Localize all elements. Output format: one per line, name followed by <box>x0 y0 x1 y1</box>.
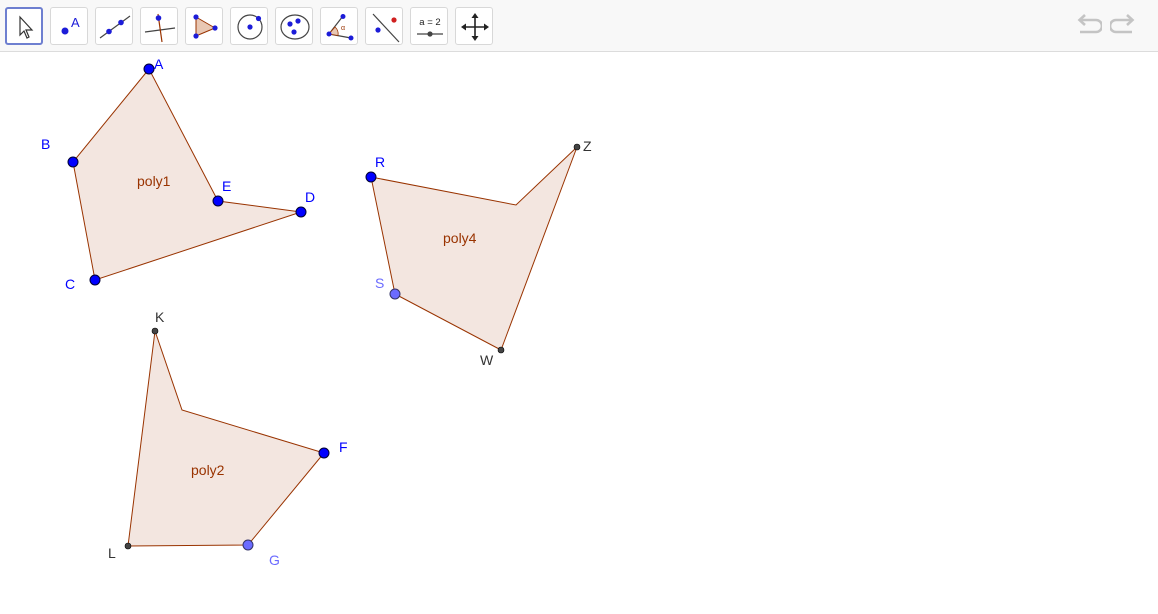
circle-tool-icon <box>237 14 263 40</box>
point-D[interactable] <box>295 206 307 218</box>
polygon-poly4[interactable] <box>370 146 578 351</box>
polygon-label-poly2: poly2 <box>191 462 225 478</box>
point-Z[interactable] <box>573 143 581 151</box>
slider-tool-icon: a = 2 <box>417 17 443 37</box>
point-label-W: W <box>480 352 494 368</box>
conic-tool-icon <box>280 14 310 40</box>
redo-icon <box>1108 14 1135 34</box>
point-C[interactable] <box>89 274 101 286</box>
slider-tool-button[interactable]: a = 2 <box>410 7 448 45</box>
point-label-F: F <box>339 439 348 455</box>
point-L[interactable] <box>124 542 132 550</box>
angle-tool-button[interactable]: α <box>320 7 358 45</box>
point-label-D: D <box>305 189 315 205</box>
line-tool-icon <box>99 15 131 39</box>
toolbar: A α a = 2 <box>0 0 1158 52</box>
point-G[interactable] <box>242 539 254 551</box>
perpendicular-tool-button[interactable] <box>140 7 178 45</box>
point-label-G: G <box>269 552 280 568</box>
point-label-Z: Z <box>583 138 592 154</box>
point-B[interactable] <box>67 156 79 168</box>
graphics-view[interactable]: poly1 poly4 poly2 A B C D E R Z W S K F … <box>0 53 1158 614</box>
point-R[interactable] <box>365 171 377 183</box>
point-label-C: C <box>65 276 75 292</box>
point-label-S: S <box>375 275 384 291</box>
point-K[interactable] <box>151 327 159 335</box>
conic-tool-button[interactable] <box>275 7 313 45</box>
line-tool-button[interactable] <box>95 7 133 45</box>
point-label-L: L <box>108 545 116 561</box>
redo-button[interactable] <box>1108 12 1140 40</box>
point-label-R: R <box>375 154 385 170</box>
polygon-poly1[interactable] <box>72 68 302 281</box>
point-F[interactable] <box>318 447 330 459</box>
perpendicular-line-tool-icon <box>144 13 176 43</box>
undo-icon <box>1077 14 1104 34</box>
point-S[interactable] <box>389 288 401 300</box>
point-tool-button[interactable]: A <box>50 7 88 45</box>
circle-tool-button[interactable] <box>230 7 268 45</box>
svg-text:A: A <box>71 15 80 30</box>
point-label-K: K <box>155 309 165 325</box>
svg-text:a = 2: a = 2 <box>419 17 440 28</box>
polygon-label-poly1: poly1 <box>137 173 171 189</box>
point-label-A: A <box>154 56 164 72</box>
svg-text:α: α <box>341 25 345 32</box>
reflect-tool-icon <box>372 13 400 43</box>
polygon-poly2[interactable] <box>127 330 325 547</box>
move-tool-icon <box>19 15 34 39</box>
point-W[interactable] <box>497 346 505 354</box>
point-A[interactable] <box>143 63 155 75</box>
move-tool-button[interactable] <box>5 7 43 45</box>
point-tool-icon: A <box>61 15 80 35</box>
move-graphics-view-tool-icon <box>461 13 489 41</box>
angle-tool-icon: α <box>326 14 354 41</box>
reflect-tool-button[interactable] <box>365 7 403 45</box>
point-E[interactable] <box>212 195 224 207</box>
move-graphics-view-tool-button[interactable] <box>455 7 493 45</box>
point-label-E: E <box>222 178 231 194</box>
polygon-tool-button[interactable] <box>185 7 223 45</box>
polygon-tool-icon <box>193 14 218 39</box>
point-label-B: B <box>41 136 50 152</box>
polygon-label-poly4: poly4 <box>443 230 477 246</box>
undo-button[interactable] <box>1072 12 1104 40</box>
